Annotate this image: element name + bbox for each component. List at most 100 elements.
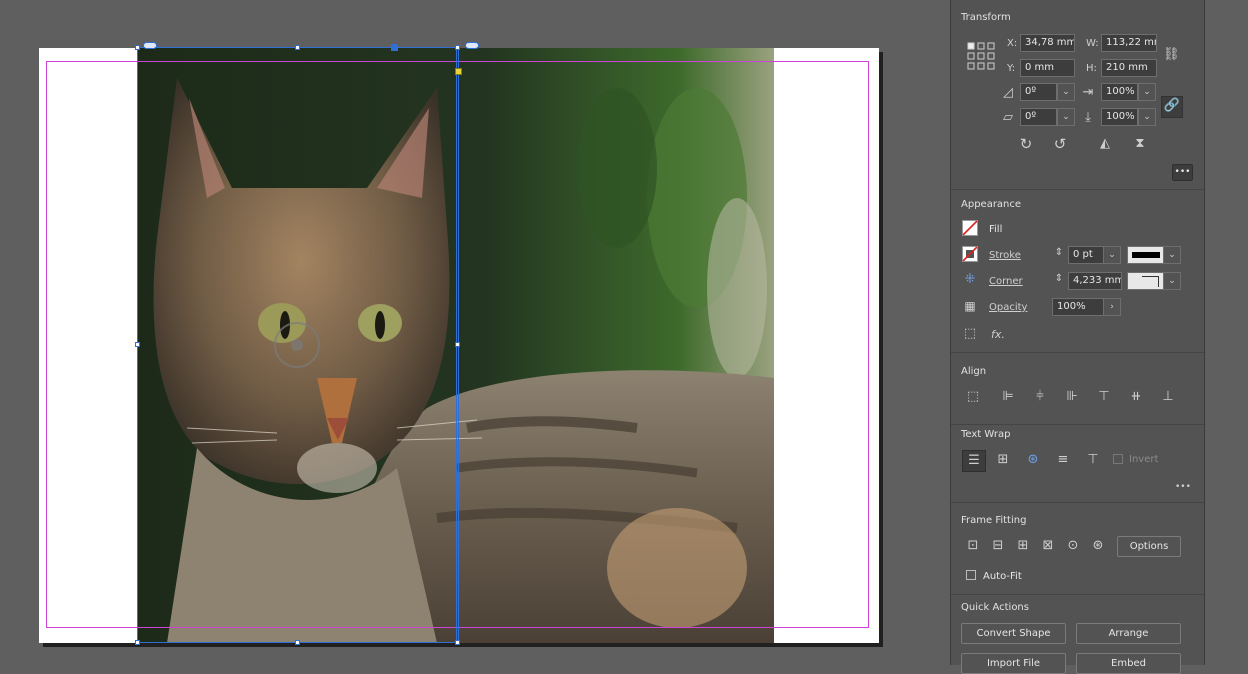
transform-section: Transform X: 34,78 mm W: 113,22 mm Y: 0 …	[951, 0, 1204, 190]
quick-actions-section: Quick Actions Convert Shape Arrange Impo…	[951, 595, 1204, 674]
constrain-proportions-broken-icon[interactable]: ⛓	[1163, 48, 1180, 62]
stroke-type-dropdown[interactable]: ⌄	[1163, 246, 1181, 264]
corner-shape-swatch[interactable]	[1127, 272, 1165, 290]
invert-checkbox[interactable]	[1113, 454, 1123, 464]
x-position-field[interactable]: 34,78 mm	[1020, 34, 1075, 52]
align-top-edges-icon[interactable]: ⊤	[1095, 390, 1113, 404]
stroke-none-swatch-icon[interactable]	[962, 246, 978, 262]
rotation-angle-field[interactable]: 0º	[1020, 83, 1057, 101]
text-wrap-section: Text Wrap ☰ ⊞ ⊛ ≡ ⊤ Invert •••	[951, 425, 1204, 503]
auto-fit-checkbox[interactable]	[966, 570, 976, 580]
h-label: H:	[1086, 63, 1097, 74]
wrap-around-bounding-box-icon[interactable]: ⊞	[993, 453, 1013, 467]
w-label: W:	[1086, 38, 1099, 49]
fitting-options-button[interactable]: Options	[1117, 536, 1181, 557]
frame-link-icon-left[interactable]	[143, 42, 157, 49]
align-bottom-edges-icon[interactable]: ⊥	[1159, 390, 1177, 404]
jump-to-next-column-icon[interactable]: ⊤	[1083, 453, 1103, 467]
reference-point-icon[interactable]	[967, 42, 995, 70]
fit-content-to-frame-icon[interactable]: ⊠	[1038, 539, 1058, 553]
stroke-type-line	[1132, 252, 1160, 258]
corner-size-field[interactable]: 4,233 mm	[1068, 272, 1122, 290]
handle-top-right[interactable]	[455, 45, 460, 50]
align-left-edges-icon[interactable]: ⊫	[999, 390, 1017, 404]
corner-shape-dropdown[interactable]: ⌄	[1163, 272, 1181, 290]
handle-top-left[interactable]	[135, 45, 140, 50]
properties-panel: Transform X: 34,78 mm W: 113,22 mm Y: 0 …	[950, 0, 1204, 674]
text-wrap-more-button[interactable]: •••	[1175, 482, 1191, 492]
opacity-checker-icon: ▦	[964, 299, 976, 313]
fit-frame-to-content-icon[interactable]: ⊞	[1013, 539, 1033, 553]
y-position-field[interactable]: 0 mm	[1020, 59, 1075, 77]
scale-x-field[interactable]: 100%	[1101, 83, 1138, 101]
wrap-around-object-shape-icon[interactable]: ⊛	[1023, 453, 1043, 467]
embed-button[interactable]: Embed	[1076, 653, 1181, 674]
right-panel-dock	[1204, 0, 1248, 665]
handle-bottom-middle[interactable]	[295, 640, 300, 645]
jump-object-icon[interactable]: ≡	[1053, 453, 1073, 467]
corner-stepper-icon[interactable]: ⇕	[1052, 272, 1066, 286]
stroke-type-swatch[interactable]	[1127, 246, 1165, 264]
fill-none-swatch-icon[interactable]	[962, 220, 978, 236]
transform-title: Transform	[961, 12, 1011, 23]
content-grabber-handle[interactable]	[391, 44, 398, 51]
handle-middle-right[interactable]	[455, 342, 460, 347]
object-effects-icon[interactable]: ⬚	[962, 327, 978, 341]
fit-content-proportionally-icon[interactable]: ⊟	[988, 539, 1008, 553]
center-content-icon[interactable]: ⊙	[1063, 539, 1083, 553]
flip-vertical-icon[interactable]: ⧗	[1131, 137, 1149, 151]
align-vertical-centers-icon[interactable]: ⧺	[1127, 390, 1145, 404]
invert-label: Invert	[1129, 454, 1159, 465]
stroke-label[interactable]: Stroke	[989, 250, 1021, 261]
y-label: Y:	[1007, 63, 1016, 74]
stroke-stepper-icon[interactable]: ⇕	[1052, 246, 1066, 260]
no-text-wrap-icon[interactable]: ☰	[962, 450, 986, 472]
flip-horizontal-icon[interactable]: ◭	[1096, 137, 1114, 151]
left-image-frame[interactable]	[137, 47, 457, 643]
appearance-section: Appearance Fill Stroke ⇕ 0 pt ⌄ ⌄ ⁜ Corn…	[951, 190, 1204, 353]
frame-fitting-title: Frame Fitting	[961, 515, 1027, 526]
opacity-expand-button[interactable]: ›	[1103, 298, 1121, 316]
fx-effects-button[interactable]: fx.	[991, 328, 1005, 341]
rotate-clockwise-icon[interactable]: ↻	[1017, 137, 1035, 152]
scale-y-icon: ⤓	[1085, 110, 1091, 125]
handle-bottom-left[interactable]	[135, 640, 140, 645]
shear-angle-field[interactable]: 0º	[1020, 108, 1057, 126]
live-corner-handle[interactable]	[455, 68, 462, 75]
rotate-counterclockwise-icon[interactable]: ↺	[1051, 137, 1069, 152]
align-right-edges-icon[interactable]: ⊪	[1063, 390, 1081, 404]
handle-top-middle[interactable]	[295, 45, 300, 50]
right-image-frame[interactable]	[458, 47, 774, 643]
arrange-button[interactable]: Arrange	[1076, 623, 1181, 644]
scale-x-icon: ⇥	[1082, 85, 1094, 100]
handle-middle-left[interactable]	[135, 342, 140, 347]
align-to-selection-icon[interactable]: ⬚	[963, 390, 983, 404]
fill-label: Fill	[989, 224, 1003, 235]
frame-link-icon-right[interactable]	[465, 42, 479, 49]
rotation-angle-dropdown[interactable]: ⌄	[1057, 83, 1075, 101]
x-label: X:	[1007, 38, 1018, 49]
stroke-weight-dropdown[interactable]: ⌄	[1103, 246, 1121, 264]
scale-y-field[interactable]: 100%	[1101, 108, 1138, 126]
document-canvas[interactable]	[0, 0, 950, 665]
corner-options-icon[interactable]: ⁜	[962, 273, 978, 287]
transform-more-button[interactable]: •••	[1172, 164, 1193, 181]
convert-shape-button[interactable]: Convert Shape	[961, 623, 1066, 644]
align-horizontal-centers-icon[interactable]: ⫩	[1031, 390, 1049, 404]
scale-x-dropdown[interactable]: ⌄	[1138, 83, 1156, 101]
width-field[interactable]: 113,22 mm	[1101, 34, 1157, 52]
constrain-scale-link-icon[interactable]: 🔗	[1161, 96, 1183, 118]
opacity-label[interactable]: Opacity	[989, 302, 1027, 313]
corner-label[interactable]: Corner	[989, 276, 1023, 287]
scale-y-dropdown[interactable]: ⌄	[1138, 108, 1156, 126]
handle-bottom-right[interactable]	[455, 640, 460, 645]
height-field[interactable]: 210 mm	[1101, 59, 1157, 77]
frame-fitting-section: Frame Fitting ⊡ ⊟ ⊞ ⊠ ⊙ ⊛ Options Auto-F…	[951, 503, 1204, 595]
auto-fit-label: Auto-Fit	[983, 571, 1022, 582]
shear-angle-dropdown[interactable]: ⌄	[1057, 108, 1075, 126]
rotate-angle-icon: ◿	[1003, 85, 1013, 100]
fill-frame-proportionally-icon[interactable]: ⊡	[963, 539, 983, 553]
opacity-field[interactable]: 100%	[1052, 298, 1104, 316]
import-file-button[interactable]: Import File	[961, 653, 1066, 674]
content-aware-fit-icon[interactable]: ⊛	[1088, 539, 1108, 553]
